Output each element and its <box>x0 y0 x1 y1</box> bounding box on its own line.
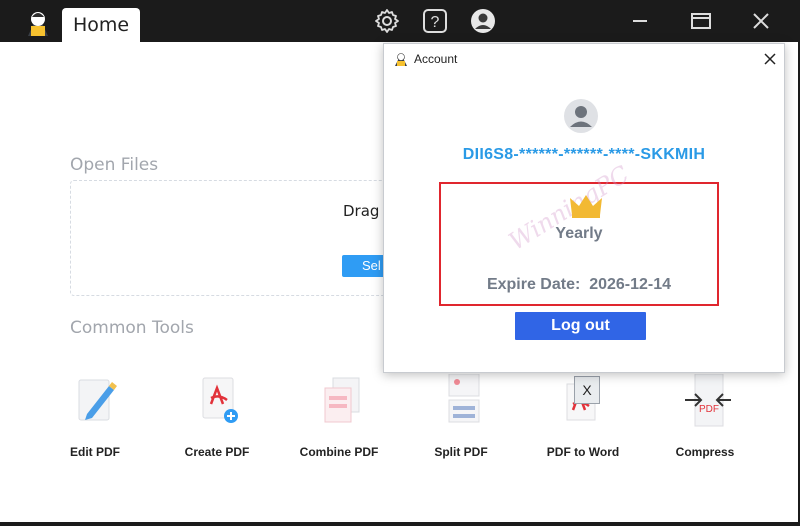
subscription-box: WinningPC Yearly Expire Date: 2026-12-14 <box>439 160 719 306</box>
tool-label: Combine PDF <box>299 445 379 459</box>
edit-pdf-icon <box>78 379 117 421</box>
tool-edit-pdf[interactable]: Edit PDF <box>40 372 150 462</box>
expire-row: Expire Date: 2026-12-14 <box>441 276 717 294</box>
title-bar: Home ? <box>0 0 800 42</box>
help-icon[interactable]: ? <box>422 8 448 34</box>
compress-icon: PDF <box>685 374 731 427</box>
maximize-icon[interactable] <box>686 6 716 36</box>
tab-home[interactable]: Home <box>62 8 140 42</box>
window-bottom-edge <box>0 522 800 526</box>
tool-compress[interactable]: PDF Compress <box>650 372 760 462</box>
logout-button[interactable]: Log out <box>515 312 646 340</box>
logo-icon <box>28 12 48 36</box>
tool-label: Split PDF <box>434 445 488 459</box>
popup-title: Account <box>414 52 458 66</box>
avatar-icon <box>564 99 598 133</box>
crown-icon <box>570 195 602 218</box>
create-pdf-icon <box>202 377 238 423</box>
user-icon[interactable] <box>470 8 496 34</box>
svg-text:?: ? <box>431 14 440 31</box>
plan-type: Yearly <box>555 225 603 242</box>
combine-pdf-icon <box>324 377 360 423</box>
tool-label: Create PDF <box>184 445 250 459</box>
account-popup: Account DII6S8-******-******-****-SKKMIH… <box>383 43 785 373</box>
account-logo-icon <box>395 53 407 66</box>
tool-create-pdf[interactable]: Create PDF <box>162 372 272 462</box>
license-key: DII6S8-******-******-****-SKKMIH <box>462 146 706 163</box>
popup-close-icon[interactable] <box>761 50 779 68</box>
tool-combine-pdf[interactable]: Combine PDF <box>284 372 394 462</box>
tool-split-pdf[interactable]: Split PDF <box>406 372 516 462</box>
open-files-title: Open Files <box>70 155 159 175</box>
tool-label: PDF to Word <box>546 445 620 459</box>
x-badge: X <box>574 376 600 404</box>
split-pdf-icon <box>448 374 480 423</box>
settings-gear-icon[interactable] <box>374 8 400 34</box>
expire-date: 2026-12-14 <box>589 276 672 293</box>
tool-label: Compress <box>675 445 735 459</box>
svg-text:PDF: PDF <box>699 404 719 415</box>
expire-label: Expire Date: <box>486 276 581 293</box>
tool-label: Edit PDF <box>70 445 120 459</box>
common-tools-title: Common Tools <box>70 318 194 338</box>
close-icon[interactable] <box>746 6 776 36</box>
minimize-icon[interactable] <box>625 6 655 36</box>
